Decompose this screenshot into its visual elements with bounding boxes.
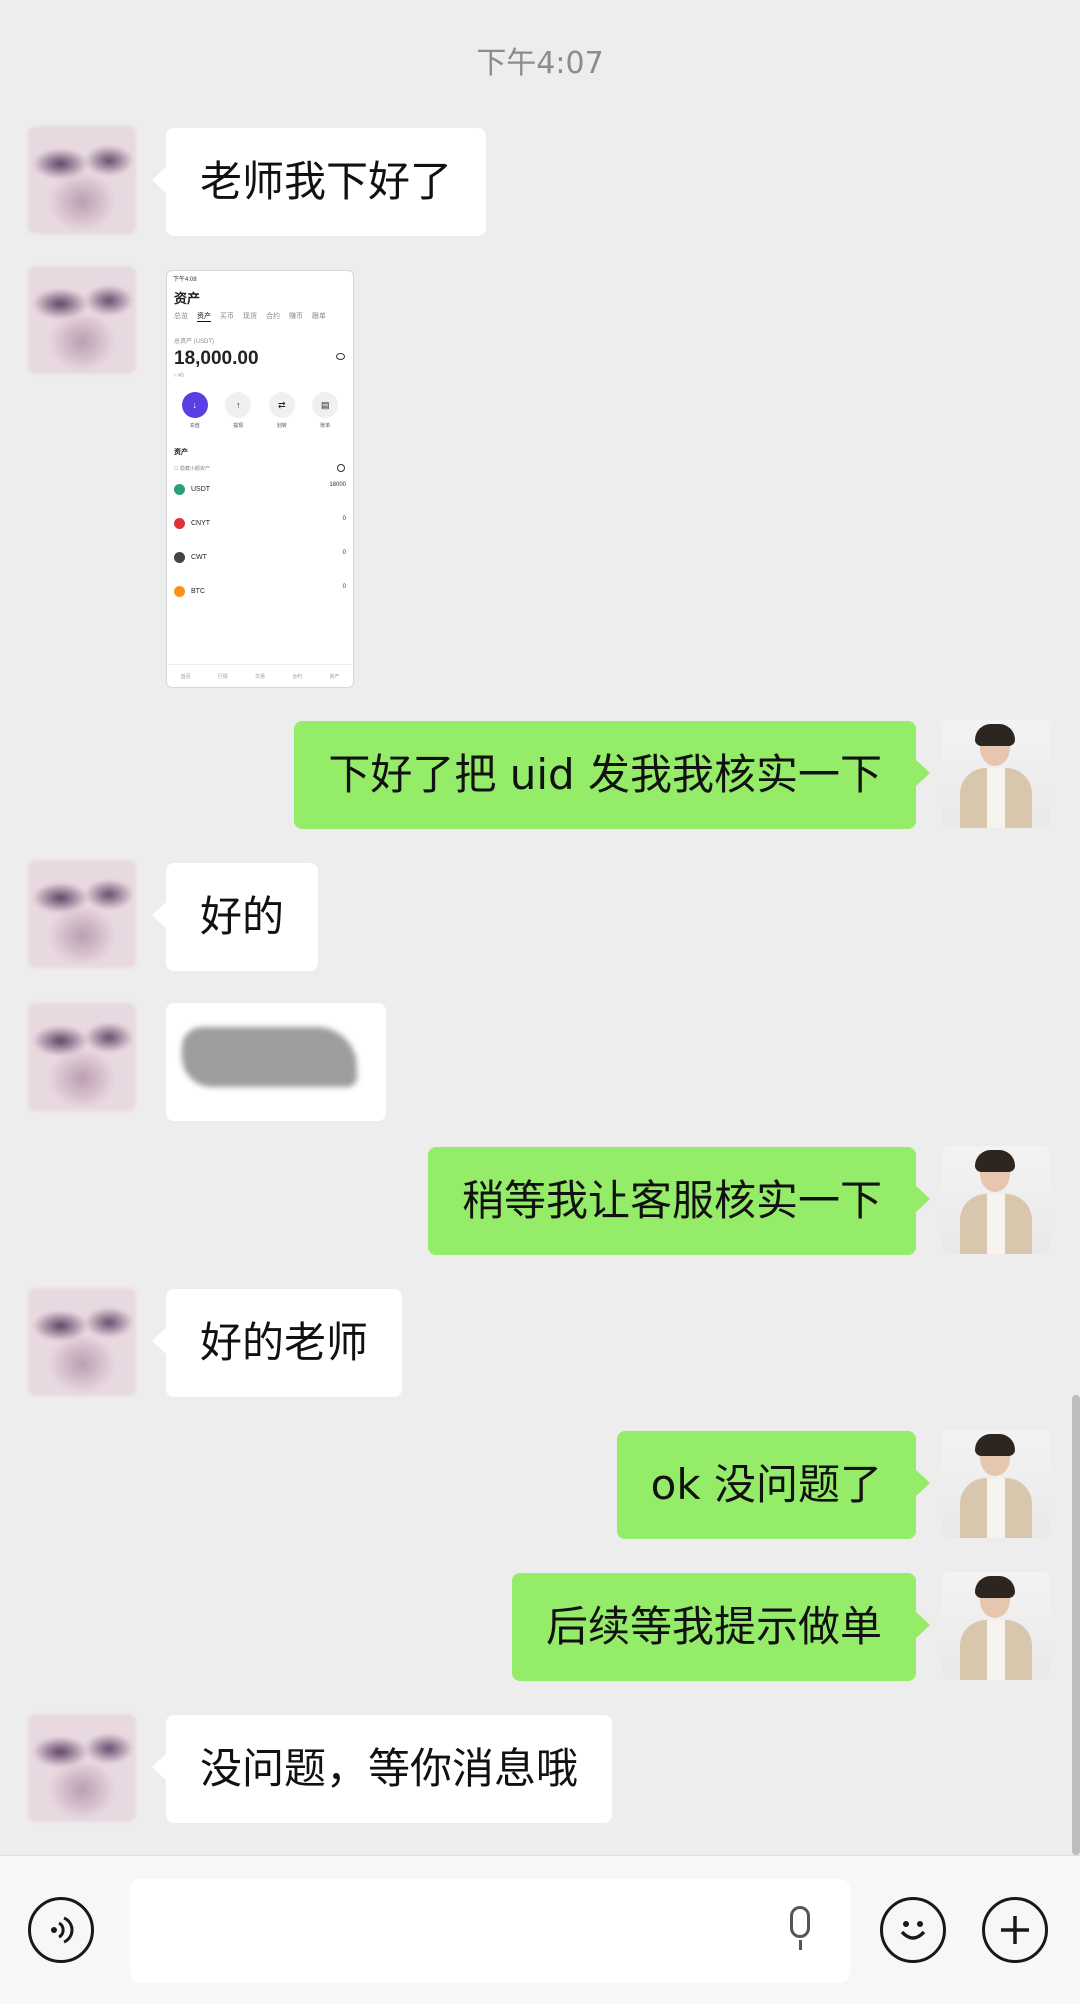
avatar-shirt [987,768,1005,828]
shot-coin-row: BTC 0 [167,574,353,608]
shot-balance: 18,000.00 [167,345,353,370]
shared-screenshot-image[interactable]: 下午4:08 资产 总览 资产 买币 现货 合约 赚币 跟单 总资产 (USDT… [166,270,354,688]
eye-icon [336,353,345,360]
contact-avatar[interactable] [28,1288,136,1396]
coin-amount: 0 [342,584,346,590]
smiley-face [900,1921,926,1940]
bill-icon: ▤ [312,392,339,418]
mic-stand [799,1940,802,1950]
shot-action-label: 账单 [320,423,331,429]
coin-amount: 0 [342,516,346,522]
message-bubble-sent[interactable]: ok 没问题了 [616,1431,931,1539]
shot-balance-value: 18,000.00 [174,348,259,369]
shot-action: ↓ 充值 [181,392,208,429]
emoji-icon[interactable] [880,1897,946,1963]
transfer-icon: ⇄ [268,392,295,418]
shot-nav-item: 合约 [292,673,303,680]
message-input[interactable] [130,1879,850,1983]
coin-name: USDT [191,485,211,493]
avatar-hair [975,724,1015,746]
withdraw-icon: ↑ [225,392,252,418]
shot-coin-row: CNYT 0 [167,506,353,540]
shot-tab: 跟单 [312,313,326,320]
shot-balance-label: 总资产 (USDT) [174,339,214,345]
contact-avatar[interactable] [28,126,136,234]
shot-hide-small: ☐ 隐藏小额资产 [167,457,353,472]
message-bubble-received[interactable]: 好的 [151,863,319,971]
contact-avatar[interactable] [28,1714,136,1822]
contact-avatar[interactable] [28,266,136,374]
cnyt-icon [174,517,185,529]
contact-avatar[interactable] [28,860,136,968]
shot-tab: 总览 [174,313,188,320]
avatar-shirt [987,1478,1005,1538]
coin-name: CWT [191,553,207,561]
message-bubble-received[interactable]: 没问题，等你消息哦 [151,1715,613,1823]
avatar-shirt [987,1620,1005,1680]
shot-action-label: 充值 [189,423,200,429]
coin-amount: 18000 [329,482,346,488]
redaction-scribble [182,1027,357,1087]
shot-coin-row: USDT 18000 [167,472,353,506]
shot-balance-sub: ≈ ¥0 [174,373,184,379]
uid-image-blurred[interactable] [166,1003,386,1121]
shot-nav-item: 行情 [217,673,228,680]
coin-name: CNYT [191,519,211,527]
usdt-icon [174,483,185,495]
chat-scrollbar[interactable] [1072,1395,1080,1855]
my-avatar[interactable] [942,1430,1050,1538]
input-bar [0,1855,1080,2004]
contact-avatar[interactable] [28,1003,136,1111]
message-bubble-sent[interactable]: 后续等我提示做单 [511,1573,931,1681]
shot-action: ▤ 账单 [312,392,339,429]
message-bubble-received[interactable]: 老师我下好了 [151,128,487,236]
shot-nav-item: 交易 [254,673,265,680]
shot-action-label: 划转 [276,423,287,429]
coin-name: BTC [191,587,205,595]
message-bubble-sent[interactable]: 稍等我让客服核实一下 [427,1147,931,1255]
shot-action-label: 提现 [233,423,244,429]
shot-tab-active: 资产 [197,313,211,322]
shot-title: 资产 [174,291,201,306]
shot-tab: 合约 [266,313,280,320]
message-bubble-received[interactable]: 好的老师 [151,1289,403,1397]
plus-icon[interactable] [982,1897,1048,1963]
shot-tabs: 总览 资产 买币 现货 合约 赚币 跟单 [167,309,353,324]
shot-tab: 买币 [220,313,234,320]
mic-icon[interactable] [790,1906,810,1938]
voice-waves [51,1916,74,1944]
avatar-hair [975,1576,1015,1598]
my-avatar[interactable] [942,720,1050,828]
shot-action: ↑ 提现 [225,392,252,429]
message-bubble-sent[interactable]: 下好了把 uid 发我我核实一下 [294,721,930,829]
deposit-icon: ↓ [181,392,208,418]
shot-tab: 赚币 [289,313,303,320]
shot-bottom-nav: 首页 行情 交易 合约 资产 [167,664,353,687]
my-avatar[interactable] [942,1572,1050,1680]
shot-coin-row: CWT 0 [167,540,353,574]
avatar-hair [975,1150,1015,1172]
voice-icon[interactable] [28,1897,94,1963]
shot-nav-item: 首页 [180,673,191,680]
plus-sign [1001,1916,1029,1944]
avatar-hair [975,1434,1015,1456]
search-icon [337,464,345,472]
chat-timestamp: 下午4:07 [476,46,604,81]
shot-status: 下午4:08 [173,277,197,283]
shot-action: ⇄ 划转 [268,392,295,429]
shot-nav-item: 资产 [329,673,340,680]
cwt-icon [174,551,185,563]
my-avatar[interactable] [942,1146,1050,1254]
shot-section-title: 资产 [174,449,188,456]
shot-tab: 现货 [243,313,257,320]
shot-actions: ↓ 充值 ↑ 提现 ⇄ 划转 ▤ 账单 [167,382,353,429]
coin-amount: 0 [342,550,346,556]
btc-icon [174,585,185,597]
avatar-shirt [987,1194,1005,1254]
